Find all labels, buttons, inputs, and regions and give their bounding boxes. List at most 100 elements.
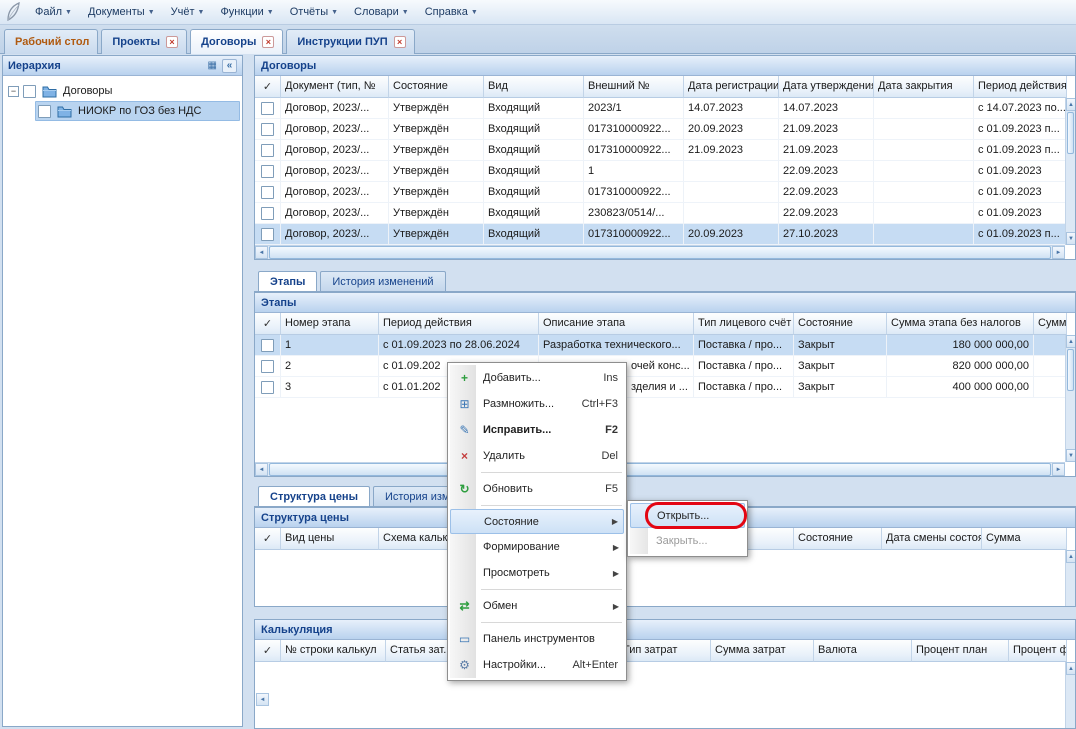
tab-1[interactable]: Проекты×: [101, 29, 187, 54]
tree-item-1[interactable]: НИОКР по ГОЗ без НДС: [3, 101, 242, 121]
scroll-left-icon[interactable]: ◄: [256, 693, 269, 706]
menubar-item-1[interactable]: Документы▼: [80, 2, 163, 22]
scroll-up-icon[interactable]: ▲: [1066, 98, 1075, 111]
scroll-thumb[interactable]: [269, 463, 1051, 476]
context-menu-item-13[interactable]: ▭Панель инструментов: [450, 626, 624, 652]
column-header[interactable]: Внешний №: [584, 76, 684, 98]
row-checkbox[interactable]: [261, 381, 274, 394]
column-header[interactable]: Описание этапа: [539, 313, 694, 335]
table-row[interactable]: Договор, 2023/...УтверждёнВходящий2023/1…: [255, 98, 1065, 119]
column-header[interactable]: Процент ф...: [1009, 640, 1067, 662]
context-menu-item-3[interactable]: ×УдалитьDel: [450, 443, 624, 469]
table-row[interactable]: Договор, 2023/...УтверждёнВходящий122.09…: [255, 161, 1065, 182]
column-header[interactable]: Состояние: [794, 528, 882, 550]
scroll-thumb[interactable]: [1067, 349, 1074, 391]
submenu-item-0[interactable]: Открыть...: [630, 503, 745, 528]
scroll-right-icon[interactable]: ►: [1052, 246, 1065, 259]
table-row[interactable]: Договор, 2023/...УтверждёнВходящий017310…: [255, 140, 1065, 161]
grid-settings-icon[interactable]: ▦: [208, 60, 217, 71]
column-header[interactable]: Вид цены: [281, 528, 379, 550]
horizontal-scrollbar[interactable]: ◄ ►: [255, 462, 1065, 476]
scroll-down-icon[interactable]: ▼: [1066, 449, 1075, 462]
column-header[interactable]: Дата утверждения: [779, 76, 874, 98]
vertical-scrollbar[interactable]: ▲ ▼: [1065, 335, 1075, 462]
column-header[interactable]: Период действия: [379, 313, 539, 335]
table-row[interactable]: 3с 01.01.202зделия и ...Поставка / про..…: [255, 377, 1065, 398]
tab-3[interactable]: Инструкции ПУП×: [286, 29, 414, 54]
table-row[interactable]: Договор, 2023/...УтверждёнВходящий017310…: [255, 182, 1065, 203]
row-checkbox[interactable]: [261, 165, 274, 178]
menubar-item-6[interactable]: Справка▼: [417, 2, 486, 22]
table-row[interactable]: 1с 01.09.2023 по 28.06.2024Разработка те…: [255, 335, 1065, 356]
column-header[interactable]: Сумма: [1034, 313, 1067, 335]
subtab-1[interactable]: История изменений: [320, 271, 445, 291]
context-menu-item-7[interactable]: Состояние▶: [450, 509, 624, 534]
scroll-up-icon[interactable]: ▲: [1066, 335, 1075, 348]
row-checkbox[interactable]: [261, 123, 274, 136]
table-row[interactable]: Договор, 2023/...УтверждёнВходящий230823…: [255, 203, 1065, 224]
column-header[interactable]: Тип лицевого счёт: [694, 313, 794, 335]
row-checkbox[interactable]: [261, 228, 274, 241]
column-header[interactable]: Сумма этапа без налогов: [887, 313, 1034, 335]
column-header[interactable]: Дата регистрации: [684, 76, 779, 98]
tree-checkbox[interactable]: [23, 85, 36, 98]
menubar-item-3[interactable]: Функции▼: [212, 2, 281, 22]
row-checkbox[interactable]: [261, 186, 274, 199]
menubar-item-5[interactable]: Словари▼: [346, 2, 417, 22]
column-header[interactable]: Валюта: [814, 640, 912, 662]
context-menu-item-0[interactable]: +Добавить...Ins: [450, 365, 624, 391]
context-menu-item-5[interactable]: ↻ОбновитьF5: [450, 476, 624, 502]
context-menu-item-8[interactable]: Формирование▶: [450, 534, 624, 560]
context-menu-item-14[interactable]: ⚙Настройки...Alt+Enter: [450, 652, 624, 678]
scroll-left-icon[interactable]: ◄: [255, 463, 268, 476]
column-header[interactable]: Вид: [484, 76, 584, 98]
tree-checkbox[interactable]: [38, 105, 51, 118]
row-checkbox[interactable]: [261, 339, 274, 352]
scroll-up-icon[interactable]: ▲: [1066, 550, 1075, 563]
scroll-right-icon[interactable]: ►: [1052, 463, 1065, 476]
column-header[interactable]: Номер этапа: [281, 313, 379, 335]
splitter[interactable]: [243, 55, 254, 729]
scroll-up-icon[interactable]: ▲: [1066, 662, 1075, 675]
vertical-scrollbar[interactable]: ▲: [1065, 550, 1075, 606]
column-header[interactable]: Сумма: [982, 528, 1067, 550]
column-header[interactable]: Тип затрат: [619, 640, 711, 662]
menubar-item-2[interactable]: Учёт▼: [163, 2, 213, 22]
column-header[interactable]: Документ (тип, №: [281, 76, 389, 98]
vertical-scrollbar[interactable]: ▲ ▼: [1065, 98, 1075, 245]
select-all-header[interactable]: ✓: [255, 76, 281, 98]
subtab-0[interactable]: Структура цены: [258, 486, 370, 506]
context-menu-item-1[interactable]: ⊞Размножить...Ctrl+F3: [450, 391, 624, 417]
column-header[interactable]: Дата смены состоя: [882, 528, 982, 550]
scroll-left-icon[interactable]: ◄: [255, 246, 268, 259]
row-checkbox[interactable]: [261, 144, 274, 157]
column-header[interactable]: Состояние: [794, 313, 887, 335]
select-all-header[interactable]: ✓: [255, 640, 281, 662]
vertical-scrollbar[interactable]: ▲: [1065, 662, 1075, 728]
horizontal-scrollbar[interactable]: ◄ ►: [255, 245, 1065, 259]
row-checkbox[interactable]: [261, 207, 274, 220]
subtab-0[interactable]: Этапы: [258, 271, 317, 291]
column-header[interactable]: Дата закрытия: [874, 76, 974, 98]
close-icon[interactable]: ×: [262, 36, 274, 48]
tab-2[interactable]: Договоры×: [190, 29, 283, 54]
context-menu-item-2[interactable]: ✎Исправить...F2: [450, 417, 624, 443]
table-row[interactable]: Договор, 2023/...УтверждёнВходящий017310…: [255, 119, 1065, 140]
collapse-panel-icon[interactable]: «: [222, 59, 237, 73]
column-header[interactable]: № строки калькул: [281, 640, 386, 662]
scroll-thumb[interactable]: [269, 246, 1051, 259]
row-checkbox[interactable]: [261, 360, 274, 373]
close-icon[interactable]: ×: [166, 36, 178, 48]
select-all-header[interactable]: ✓: [255, 528, 281, 550]
scroll-down-icon[interactable]: ▼: [1066, 232, 1075, 245]
tab-0[interactable]: Рабочий стол: [4, 29, 98, 54]
select-all-header[interactable]: ✓: [255, 313, 281, 335]
tree-item-0[interactable]: −Договоры: [3, 81, 242, 101]
context-menu-item-9[interactable]: Просмотреть▶: [450, 560, 624, 586]
context-menu-item-11[interactable]: ⇄Обмен▶: [450, 593, 624, 619]
table-row[interactable]: 2с 01.09.202очей конс...Поставка / про..…: [255, 356, 1065, 377]
tree-expander-icon[interactable]: −: [8, 86, 19, 97]
menubar-item-4[interactable]: Отчёты▼: [282, 2, 346, 22]
close-icon[interactable]: ×: [394, 36, 406, 48]
column-header[interactable]: Процент план: [912, 640, 1009, 662]
